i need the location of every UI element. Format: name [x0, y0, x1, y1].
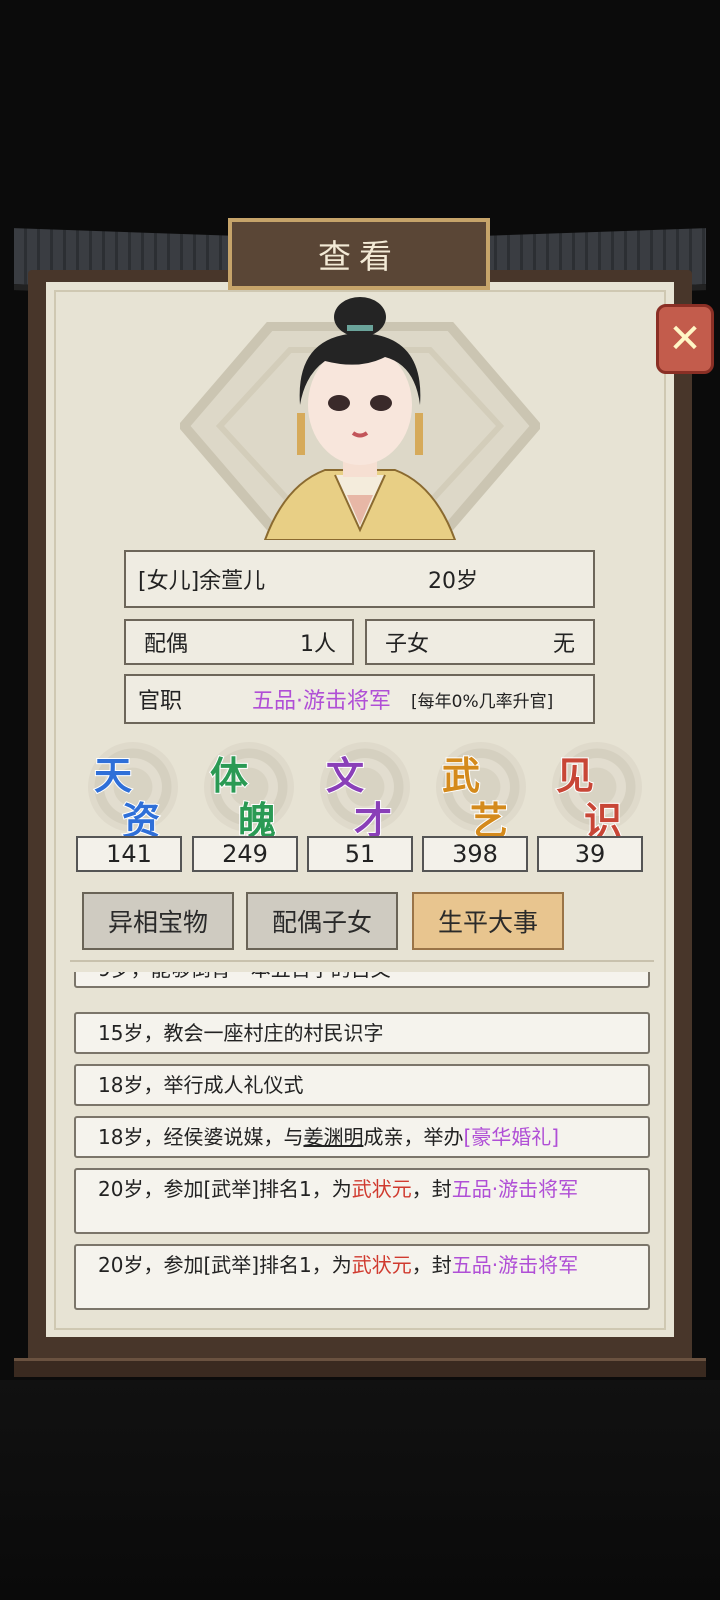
stat-wencai-value: 51	[307, 836, 413, 872]
event-item: 9岁，能够倒背一本五百字的古文	[74, 972, 650, 988]
event-item: 20岁，参加[武举]排名1，为武状元，封五品·游击将军	[74, 1168, 650, 1234]
title-plaque: 查看	[228, 218, 490, 290]
event-item: 18岁，经侯婆说媒，与姜渊明成亲，举办[豪华婚礼]	[74, 1116, 650, 1158]
dialog-title: 查看	[318, 237, 400, 276]
name-age-box: [女儿]余萱儿 20岁	[124, 550, 595, 608]
tab-spouse-children[interactable]: 配偶子女	[246, 892, 398, 950]
close-x-icon: ✕	[668, 316, 702, 362]
character-age: 20岁	[428, 569, 478, 594]
close-button[interactable]: ✕	[656, 304, 714, 374]
character-name: [女儿]余萱儿	[138, 569, 266, 594]
spouse-box: 配偶 1人	[124, 619, 354, 665]
office-note: [每年0%几率升官]	[411, 691, 554, 712]
event-item: 18岁，举行成人礼仪式	[74, 1064, 650, 1106]
event-item: 20岁，参加[武举]排名1，为武状元，封五品·游击将军	[74, 1244, 650, 1310]
children-box: 子女 无	[365, 619, 595, 665]
spouse-link[interactable]: 姜渊明	[303, 1125, 363, 1149]
event-item: 15岁，教会一座村庄的村民识字	[74, 1012, 650, 1054]
children-value: 无	[552, 632, 575, 657]
tab-life-events[interactable]: 生平大事	[412, 892, 564, 950]
background-bottom	[0, 1380, 720, 1600]
office-label: 官职	[138, 689, 183, 714]
stat-wuyi-value: 398	[422, 836, 528, 872]
spouse-label: 配偶	[144, 632, 189, 657]
office-title: 五品·游击将军	[252, 689, 391, 714]
background-overlay	[0, 0, 720, 200]
children-label: 子女	[385, 632, 430, 657]
stat-tianzi-value: 141	[76, 836, 182, 872]
spouse-value: 1人	[300, 632, 336, 657]
section-divider	[70, 960, 654, 962]
stat-tipo-value: 249	[192, 836, 298, 872]
office-box: 官职 五品·游击将军 [每年0%几率升官]	[124, 674, 595, 724]
stat-jianshi-value: 39	[537, 836, 643, 872]
life-events-list[interactable]: 9岁，能够倒背一本五百字的古文 15岁，教会一座村庄的村民识字 18岁，举行成人…	[70, 972, 654, 1317]
tab-treasures[interactable]: 异相宝物	[82, 892, 234, 950]
dialog-base-rail	[14, 1358, 706, 1377]
character-portrait	[263, 297, 457, 540]
